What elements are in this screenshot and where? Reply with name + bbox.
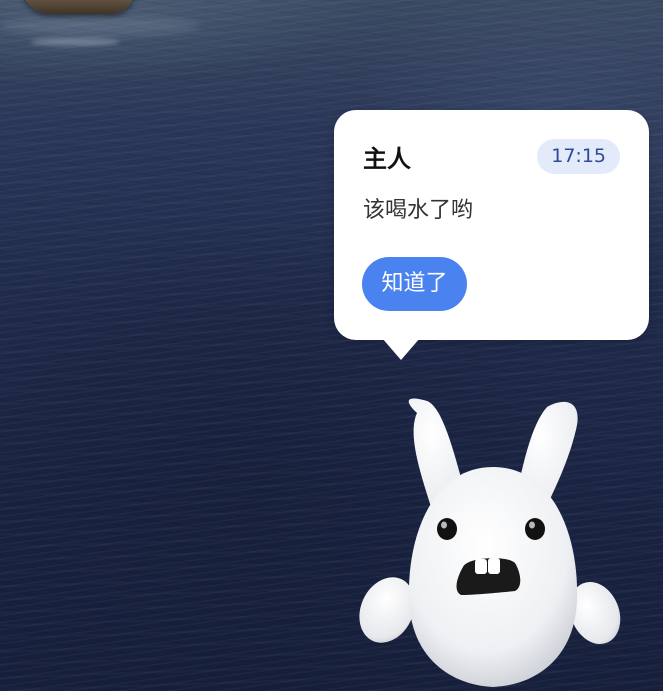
bunny-mascot-icon[interactable] [355, 395, 635, 691]
shore-foam [0, 16, 200, 36]
time-badge: 17:15 [537, 139, 620, 174]
rock-outcrop [22, 0, 134, 14]
wave-foam [30, 38, 120, 46]
acknowledge-button[interactable]: 知道了 [362, 257, 467, 311]
bunny-tooth-left [475, 559, 487, 574]
sender-name: 主人 [363, 145, 411, 173]
bubble-tail [382, 338, 420, 360]
desktop-background: 主人 17:15 该喝水了哟 知道了 [0, 0, 663, 691]
reminder-message: 该喝水了哟 [363, 198, 474, 223]
bunny-left-eye [437, 518, 457, 540]
bunny-right-eye [525, 518, 545, 540]
reminder-bubble: 主人 17:15 该喝水了哟 知道了 [334, 110, 649, 340]
bunny-tooth-right [488, 558, 500, 574]
